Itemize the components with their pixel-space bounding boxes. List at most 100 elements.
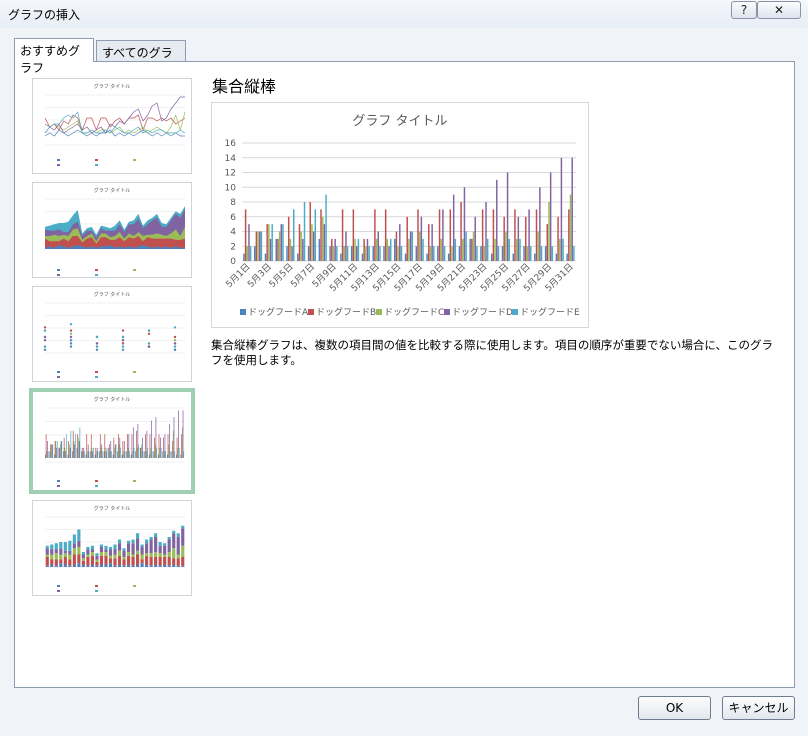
- bar: [331, 238, 333, 261]
- thumbnail-clustered-column-chart[interactable]: グラフ タイトル: [29, 388, 195, 494]
- thumbnail-scatter-chart[interactable]: グラフ タイトル: [32, 286, 192, 382]
- bar: [395, 231, 398, 261]
- thumbnail-bar: [70, 430, 72, 458]
- tab-all-charts[interactable]: すべてのグラフ: [96, 40, 186, 77]
- thumbnail-bar: [96, 451, 97, 458]
- bar: [546, 224, 549, 261]
- thumbnail-stacked-bar: [50, 564, 54, 567]
- bar: [297, 253, 299, 261]
- thumbnail-bar: [63, 451, 64, 458]
- bar: [386, 238, 389, 261]
- thumbnail-stacked-bar: [149, 553, 153, 557]
- thumbnail-stacked-bar: [77, 540, 81, 547]
- thumbnail-stacked-bar: [126, 540, 131, 544]
- thumbnail-point: [43, 326, 47, 329]
- thumbnail-bar: [130, 454, 132, 458]
- thumbnail-stacked-bar: [86, 549, 90, 555]
- thumbnail-bar: [82, 451, 84, 458]
- bar: [428, 224, 430, 261]
- thumbnail-bar: [74, 434, 76, 458]
- bar: [494, 238, 496, 261]
- bar: [293, 209, 295, 261]
- help-button[interactable]: ?: [731, 1, 757, 19]
- thumbnail-bar: [99, 434, 101, 458]
- thumbnail-legend-swatch: [57, 371, 60, 373]
- thumbnail-bar: [52, 444, 54, 458]
- bar: [458, 246, 461, 261]
- thumbnail-bar: [137, 424, 139, 458]
- thumbnail-stacked-bar: [63, 553, 67, 557]
- thumbnail-bar: [45, 434, 47, 458]
- close-button[interactable]: ✕: [757, 1, 801, 19]
- thumbnail-line-chart[interactable]: グラフ タイトル: [32, 78, 192, 174]
- thumbnail-bar: [101, 444, 103, 458]
- bar: [278, 231, 281, 261]
- bar: [486, 238, 489, 261]
- y-tick-label: 4: [230, 228, 236, 238]
- bar: [451, 246, 453, 261]
- bar: [483, 246, 486, 261]
- thumbnail-stacked-bar: [145, 564, 149, 567]
- ok-button[interactable]: OK: [638, 696, 711, 720]
- thumbnail-point: [147, 345, 151, 348]
- thumbnail-bar: [45, 454, 46, 458]
- thumbnail-point: [173, 335, 177, 339]
- bar: [372, 246, 374, 261]
- bar: [505, 231, 507, 261]
- bar: [341, 209, 344, 261]
- thumbnail-bar: [123, 451, 124, 458]
- bar: [300, 231, 302, 261]
- bar: [469, 238, 471, 261]
- bar: [465, 231, 467, 261]
- thumbnail-bar: [72, 430, 74, 458]
- thumbnail-bar: [126, 451, 128, 458]
- thumbnail-stacked-bar: [50, 554, 54, 560]
- bar: [340, 253, 342, 261]
- thumbnail-bar: [47, 451, 49, 458]
- cancel-button[interactable]: キャンセル: [722, 696, 795, 720]
- thumbnail-title: グラフ タイトル: [94, 396, 131, 403]
- thumbnail-stacked-bar: [90, 552, 94, 556]
- bar: [345, 231, 347, 261]
- bar: [517, 216, 520, 261]
- thumbnail-bar: [129, 451, 130, 458]
- thumbnail-bar: [177, 447, 179, 458]
- thumbnail-stacked-bar: [72, 548, 76, 555]
- bar: [244, 209, 247, 261]
- thumbnail-point: [121, 345, 125, 348]
- thumbnail-bar: [151, 451, 153, 458]
- bar: [519, 238, 521, 261]
- thumbnail-legend-swatch: [57, 480, 60, 482]
- thumbnail-bar: [169, 424, 170, 458]
- thumbnail-legend-swatch: [95, 159, 98, 161]
- thumbnail-stacked-bar: [50, 549, 54, 555]
- thumbnail-stacked-bar: [104, 564, 108, 567]
- thumbnail-stacked-bar: [104, 549, 108, 552]
- bar: [329, 246, 331, 261]
- thumbnail-bar: [79, 427, 81, 458]
- thumbnail-stacked-bar: [81, 560, 85, 565]
- thumbnail-stacked-bar: [54, 553, 58, 560]
- thumbnail-point: [43, 345, 47, 348]
- thumbnail-stacked-bar: [145, 555, 149, 565]
- thumbnail-bar: [77, 434, 79, 458]
- thumbnail-area-chart[interactable]: グラフ タイトル: [32, 182, 192, 278]
- thumbnail-stacked-column-chart[interactable]: グラフ タイトル: [32, 500, 192, 596]
- thumbnail-bar: [156, 447, 157, 458]
- bar: [323, 224, 326, 261]
- thumbnail-stacked-bar: [45, 548, 49, 555]
- thumbnail-bar: [69, 444, 70, 458]
- tab-recommended-charts[interactable]: おすすめグラフ: [14, 38, 94, 75]
- thumbnail-point: [69, 332, 73, 335]
- bar: [496, 179, 498, 261]
- bar: [289, 238, 292, 261]
- thumbnail-bar: [46, 451, 48, 458]
- thumbnail-stacked-bar: [181, 525, 185, 529]
- thumbnail-bar: [135, 451, 137, 458]
- bar: [530, 246, 532, 261]
- thumbnail-bar: [114, 447, 115, 458]
- bar: [480, 246, 482, 261]
- legend-label: ドッグフードC: [384, 306, 444, 318]
- thumbnail-bar: [50, 444, 51, 458]
- thumbnail-legend-swatch: [95, 269, 98, 271]
